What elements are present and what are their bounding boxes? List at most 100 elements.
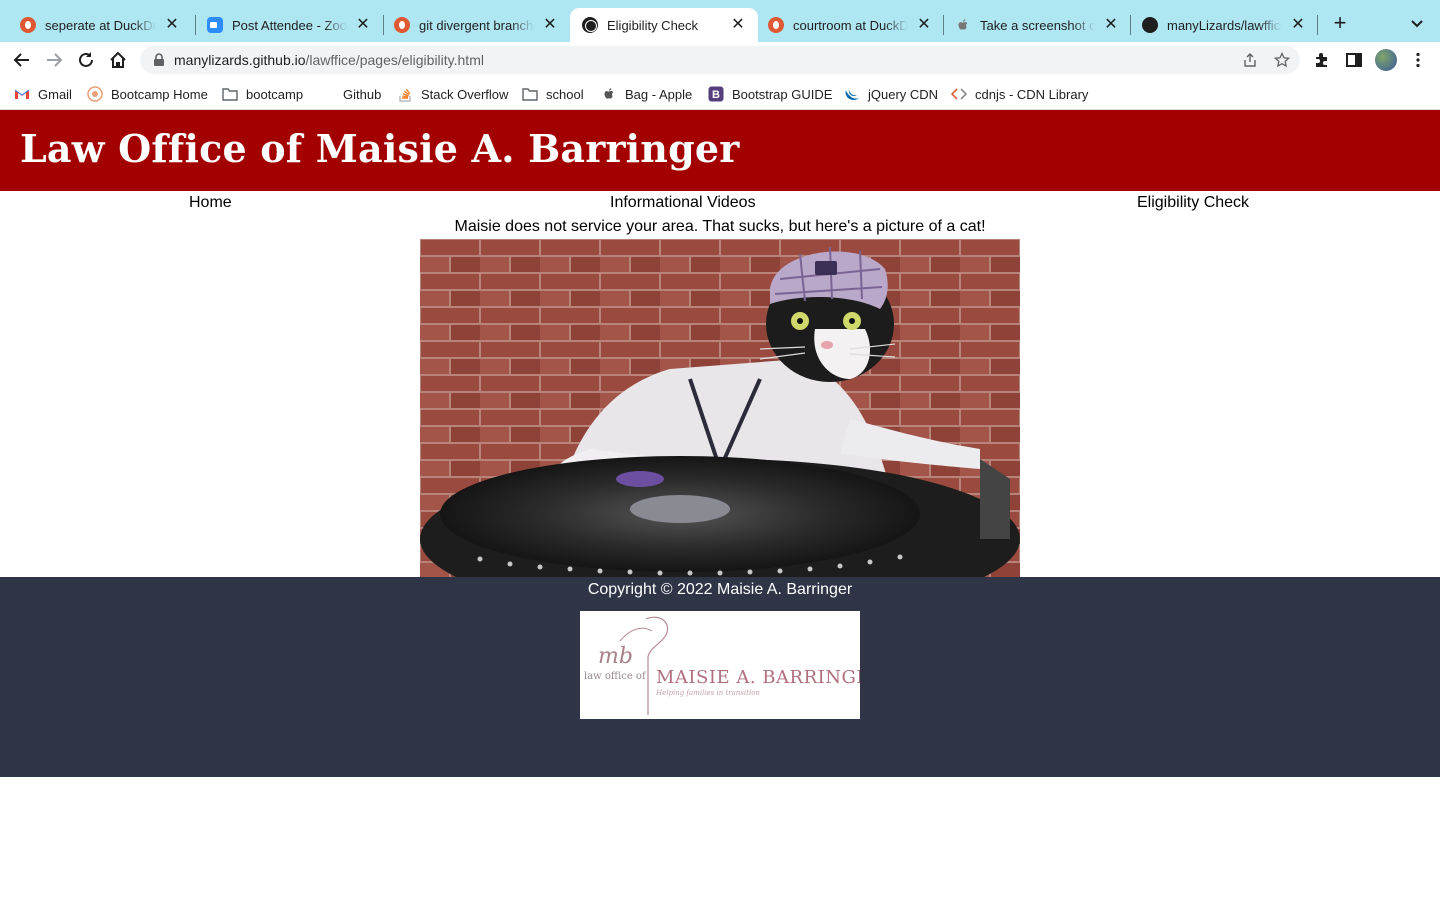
eligibility-message: Maisie does not service your area. That … — [454, 218, 986, 235]
tab-take-screenshot[interactable]: Take a screenshot on ✕ — [935, 8, 1131, 42]
close-icon[interactable]: ✕ — [1290, 17, 1306, 33]
tab-courtroom[interactable]: courtroom at DuckDuckGo ✕ — [748, 8, 944, 42]
menu-button[interactable] — [1406, 48, 1430, 72]
nav-link-home[interactable]: Home — [189, 194, 232, 212]
cdnjs-icon — [951, 86, 967, 102]
bookmark-label: school — [546, 86, 584, 102]
logo-name: MAISIE A. BARRINGER — [656, 667, 860, 688]
tab-github-lawffice[interactable]: manyLizards/lawffice ✕ — [1122, 8, 1318, 42]
bookmark-jquery-cdn[interactable]: jQuery CDN — [844, 85, 938, 103]
url-path: /lawffice/pages/eligibility.html — [305, 52, 484, 68]
arrow-left-icon — [13, 53, 29, 67]
site-header: Law Office of Maisie A. Barringer — [0, 110, 1440, 191]
tab-separator — [1317, 15, 1318, 35]
reload-button[interactable] — [74, 48, 98, 72]
law-office-logo: mb law office of MAISIE A. BARRINGER Hel… — [580, 611, 860, 719]
bookmark-gmail[interactable]: Gmail — [14, 85, 72, 103]
tab-title: Take a screenshot on — [980, 17, 1095, 33]
tab-title: manyLizards/lawffice — [1167, 17, 1282, 33]
zoom-icon — [207, 17, 223, 33]
bookmark-label: bootcamp — [246, 86, 304, 102]
close-icon[interactable]: ✕ — [164, 17, 180, 33]
tab-title: courtroom at DuckDuckGo — [793, 17, 908, 33]
url-text: manylizards.github.io/lawffice/pages/eli… — [174, 52, 484, 68]
cat-photo-illustration — [420, 239, 1020, 577]
bookmark-github[interactable]: Github — [319, 85, 381, 103]
globe-icon — [582, 17, 598, 33]
logo-prefix: law office of — [584, 671, 646, 682]
apple-icon — [601, 86, 617, 102]
bookmark-label: Gmail — [38, 86, 72, 102]
logo-monogram: mb — [598, 616, 669, 715]
more-vertical-icon — [1416, 52, 1420, 68]
close-icon[interactable]: ✕ — [542, 17, 558, 33]
tab-title: Post Attendee - Zoom — [232, 17, 347, 33]
chevron-down-icon[interactable] — [1408, 14, 1426, 32]
bookmark-label: Bootstrap GUIDE — [732, 86, 833, 102]
browser-toolbar: manylizards.github.io/lawffice/pages/eli… — [0, 42, 1440, 78]
close-icon[interactable]: ✕ — [1103, 17, 1119, 33]
tab-title: seperate at DuckDuckGo — [45, 17, 156, 33]
logo-tagline: Helping families in transition — [656, 689, 760, 697]
duckduckgo-icon — [20, 17, 36, 33]
bookmark-label: Bag - Apple — [625, 86, 693, 102]
tab-duckduckgo-seperate[interactable]: seperate at DuckDuckGo ✕ — [0, 8, 192, 42]
site-footer: Copyright © 2022 Maisie A. Barringer mb … — [0, 577, 1440, 777]
tab-title: Eligibility Check — [607, 17, 699, 33]
url-host: manylizards.github.io — [174, 52, 306, 68]
nav-link-informational-videos[interactable]: Informational Videos — [610, 194, 756, 212]
duckduckgo-icon — [768, 17, 784, 33]
bookmark-cdnjs[interactable]: cdnjs - CDN Library — [951, 85, 1088, 103]
close-icon[interactable]: ✕ — [916, 17, 932, 33]
arrow-right-icon — [47, 53, 63, 67]
tab-strip: seperate at DuckDuckGo ✕ Post Attendee -… — [0, 0, 1440, 42]
lock-icon[interactable] — [152, 53, 166, 67]
bookmark-label: jQuery CDN — [868, 86, 939, 102]
bookmark-bootstrap-guide[interactable]: B Bootstrap GUIDE — [708, 85, 832, 103]
bookmark-bootcamp-home[interactable]: Bootcamp Home — [87, 85, 208, 103]
bootstrap-icon: B — [708, 86, 724, 102]
github-icon — [1142, 17, 1158, 33]
star-icon[interactable] — [1273, 51, 1291, 68]
tab-git-divergent[interactable]: git divergent branches ✕ — [374, 8, 570, 42]
folder-icon — [522, 86, 538, 102]
site-title: Law Office of Maisie A. Barringer — [20, 126, 740, 171]
side-panel-icon[interactable] — [1342, 48, 1366, 72]
jquery-icon — [844, 86, 860, 102]
duckduckgo-icon — [394, 17, 410, 33]
folder-icon — [222, 86, 238, 102]
extensions-icon[interactable] — [1310, 48, 1334, 72]
reload-icon — [79, 52, 93, 67]
address-bar[interactable]: manylizards.github.io/lawffice/pages/eli… — [140, 46, 1300, 74]
forward-button[interactable] — [42, 48, 66, 72]
tab-zoom[interactable]: Post Attendee - Zoom ✕ — [187, 8, 383, 42]
tab-eligibility-check[interactable]: Eligibility Check ✕ — [570, 8, 758, 42]
bookmark-label: Stack Overflow — [421, 86, 509, 102]
back-button[interactable] — [10, 48, 34, 72]
svg-text:mb: mb — [598, 644, 633, 669]
profile-avatar[interactable] — [1374, 48, 1398, 72]
bookmark-folder-school[interactable]: school — [522, 85, 584, 103]
bookmark-folder-bootcamp[interactable]: bootcamp — [222, 85, 303, 103]
bookmark-bag-apple[interactable]: Bag - Apple — [601, 85, 692, 103]
tab-title: git divergent branches — [419, 17, 534, 33]
bootcamp-icon — [87, 86, 103, 102]
close-icon[interactable]: ✕ — [355, 17, 371, 33]
github-icon — [319, 86, 335, 102]
home-button[interactable] — [106, 48, 130, 72]
bookmark-label: cdnjs - CDN Library — [975, 86, 1089, 102]
new-tab-button[interactable]: + — [1329, 12, 1351, 34]
bookmark-stack-overflow[interactable]: Stack Overflow — [397, 85, 508, 103]
copyright-text: Copyright © 2022 Maisie A. Barringer — [587, 581, 853, 598]
close-icon[interactable]: ✕ — [730, 17, 746, 33]
home-icon — [110, 51, 126, 68]
bookmark-label: Github — [343, 86, 382, 102]
svg-text:B: B — [712, 89, 720, 101]
nav-link-eligibility-check[interactable]: Eligibility Check — [1137, 194, 1249, 212]
share-icon[interactable] — [1242, 52, 1258, 68]
stackoverflow-icon — [397, 86, 413, 102]
avatar — [1375, 49, 1397, 71]
cat-dj-image — [420, 239, 1020, 577]
bookmark-label: Bootcamp Home — [111, 86, 208, 102]
apple-icon — [955, 17, 971, 33]
